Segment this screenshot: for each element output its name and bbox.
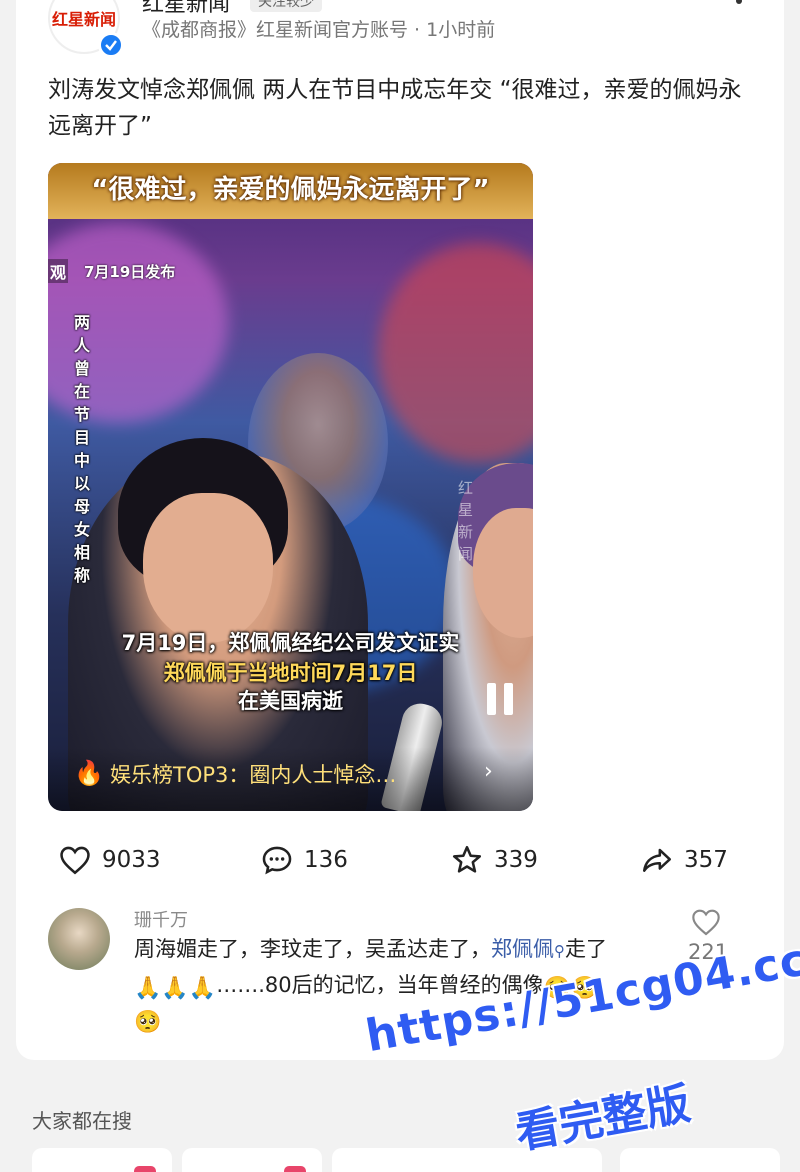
favorite-count: 339 [494, 847, 538, 873]
verified-icon [98, 32, 124, 58]
video-caption-line2: 郑佩佩于当地时间7月17日 [163, 661, 418, 685]
heart-icon [60, 846, 90, 875]
hot-tag-icon [284, 1166, 306, 1172]
comment-icon [262, 846, 292, 875]
source-meta: 《成都商报》红星新闻官方账号 · 1小时前 [142, 19, 496, 41]
pray-emoji: 🙏🙏🙏 [134, 976, 217, 1001]
sad-emoji: 🥺 [134, 1010, 162, 1035]
video-caption-line3: 在美国病逝 [238, 689, 343, 713]
like-count: 9033 [102, 847, 161, 873]
favorite-button[interactable]: 339 [450, 842, 538, 878]
comment-text-after: 走了 [565, 937, 607, 961]
video-watermark: 红星新闻 [458, 479, 474, 563]
video-date-tag: 7月19日发布 [84, 263, 176, 281]
hot-search-card[interactable] [182, 1148, 322, 1172]
video-person-left-face [143, 493, 273, 643]
video-caption-line1: 7月19日，郑佩佩经纪公司发文证实 [121, 631, 460, 655]
comment-button[interactable]: 136 [260, 842, 348, 878]
chevron-right-icon[interactable]: › [484, 759, 493, 784]
share-count: 357 [684, 847, 728, 873]
overlay-ad-text: 看完整版 [511, 1078, 695, 1160]
comment-count: 136 [304, 847, 348, 873]
pause-icon[interactable] [485, 683, 515, 715]
comment-heart-icon[interactable] [690, 906, 722, 938]
trending-label[interactable]: 娱乐榜TOP3：圈内人士悼念… [110, 759, 396, 789]
hot-search-title: 大家都在搜 [32, 1109, 132, 1133]
fire-icon: 🔥 [74, 759, 104, 787]
star-icon [452, 845, 482, 873]
hot-search-card[interactable] [620, 1148, 780, 1172]
source-logo-text: 红星新闻 [51, 10, 116, 29]
hot-tag-icon [134, 1166, 156, 1172]
video-player[interactable]: “很难过，亲爱的佩妈永远离开了” 观 7月19日发布 两人曾在节目中以母女相称 … [48, 163, 533, 811]
share-button[interactable]: 357 [640, 842, 728, 878]
stage-light [378, 243, 533, 463]
comment-search-link[interactable]: 郑佩佩⚲ [491, 937, 565, 961]
like-button[interactable]: 9033 [58, 842, 161, 878]
source-avatar[interactable]: 红星新闻 [48, 0, 124, 58]
comment-link-text: 郑佩佩 [491, 937, 554, 961]
search-icon: ⚲ [554, 942, 565, 960]
article-headline[interactable]: 刘涛发文悼念郑佩佩 两人在节目中成忘年交 “很难过，亲爱的佩妈永远离开了” [48, 72, 748, 144]
share-icon [642, 848, 672, 872]
commenter-avatar[interactable] [48, 908, 110, 970]
follow-tag: 关注较少 [250, 0, 322, 12]
hot-search-card[interactable] [32, 1148, 172, 1172]
comment-text-before: 周海媚走了，李玟走了，吴孟达走了， [134, 937, 491, 961]
video-banner-text: “很难过，亲爱的佩妈永远离开了” [91, 175, 490, 205]
commenter-name[interactable]: 珊千万 [134, 906, 188, 932]
video-vertical-text: 两人曾在节目中以母女相称 [74, 313, 91, 585]
video-view-label: 观 [48, 259, 69, 283]
